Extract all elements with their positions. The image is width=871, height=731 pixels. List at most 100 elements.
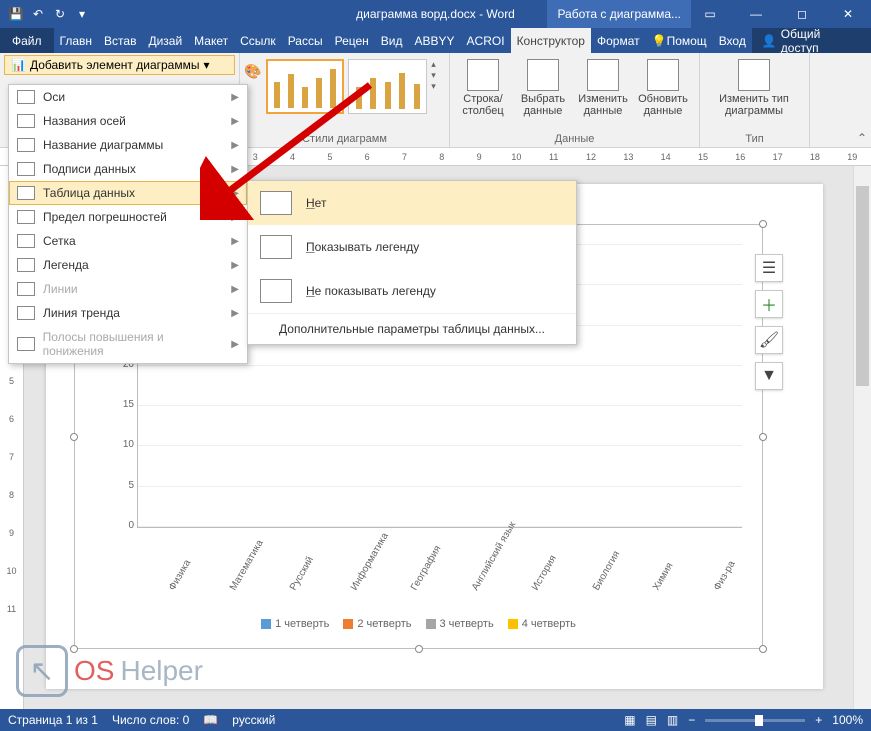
add-chart-element-button[interactable]: 📊 Добавить элемент диаграммы ▾ bbox=[4, 55, 235, 75]
submenu-item-label: Показывать легенду bbox=[306, 240, 419, 254]
web-layout-icon[interactable]: ▥ bbox=[667, 713, 678, 727]
submenu-more-options[interactable]: Дополнительные параметры таблицы данных.… bbox=[248, 313, 576, 344]
refresh-data-button[interactable]: Обновить данные bbox=[634, 59, 692, 117]
switch-row-column-button[interactable]: Строка/ столбец bbox=[454, 59, 512, 117]
menu-item-icon bbox=[17, 186, 35, 200]
menu-item-icon bbox=[17, 114, 35, 128]
styles-more-icon[interactable]: ▾ bbox=[431, 81, 445, 92]
data-table-submenu: Нет Показывать легенду Не показывать леген… bbox=[247, 180, 577, 345]
submenu-item[interactable]: Показывать легенду bbox=[248, 225, 576, 269]
submenu-item[interactable]: Нет bbox=[248, 181, 576, 225]
chart-style-button[interactable]: 🖌 bbox=[755, 326, 783, 354]
submenu-item[interactable]: Не показывать легенду bbox=[248, 269, 576, 313]
zoom-level[interactable]: 100% bbox=[832, 713, 863, 727]
chart-style-2[interactable] bbox=[348, 59, 427, 114]
zoom-in-icon[interactable]: + bbox=[815, 713, 822, 727]
tab-references[interactable]: Ссылк bbox=[234, 28, 282, 53]
menu-item[interactable]: Предел погрешностей▶ bbox=[9, 205, 247, 229]
tab-view[interactable]: Вид bbox=[375, 28, 409, 53]
undo-icon[interactable]: ↶ bbox=[30, 6, 46, 22]
menu-item[interactable]: Таблица данных▶ bbox=[9, 181, 247, 205]
submenu-item-icon bbox=[260, 235, 292, 259]
close-icon[interactable]: ✕ bbox=[825, 0, 871, 28]
title-bar: 💾 ↶ ↻ ▾ диаграмма ворд.docx - Word Работ… bbox=[0, 0, 871, 28]
menu-item-icon bbox=[17, 234, 35, 248]
redo-icon[interactable]: ↻ bbox=[52, 6, 68, 22]
print-layout-icon[interactable]: ▤ bbox=[646, 713, 657, 727]
select-data-button[interactable]: Выбрать данные bbox=[514, 59, 572, 117]
menu-item-icon bbox=[17, 162, 35, 176]
sign-in[interactable]: Вход bbox=[713, 28, 752, 53]
menu-item[interactable]: Подписи данных▶ bbox=[9, 157, 247, 181]
tab-format[interactable]: Формат bbox=[591, 28, 646, 53]
tab-abbyy[interactable]: ABBYY bbox=[409, 28, 461, 53]
menu-item-icon bbox=[17, 210, 35, 224]
chart-legend: 1 четверть2 четверть3 четверть4 четверть bbox=[85, 618, 752, 630]
context-tab-label: Работа с диаграмма... bbox=[547, 0, 691, 28]
qat-more-icon[interactable]: ▾ bbox=[74, 6, 90, 22]
ribbon-options-icon[interactable]: ▭ bbox=[687, 0, 733, 28]
maximize-icon[interactable]: ◻ bbox=[779, 0, 825, 28]
zoom-out-icon[interactable]: − bbox=[688, 713, 695, 727]
word-count[interactable]: Число слов: 0 bbox=[112, 713, 189, 727]
submenu-item-icon bbox=[260, 279, 292, 303]
language[interactable]: русский bbox=[232, 713, 275, 727]
menu-item-label: Название диаграммы bbox=[43, 138, 163, 152]
menu-item[interactable]: Оси▶ bbox=[9, 85, 247, 109]
tab-acrobat[interactable]: ACROI bbox=[461, 28, 511, 53]
submenu-arrow-icon: ▶ bbox=[231, 260, 239, 271]
menu-item: Полосы повышения и понижения▶ bbox=[9, 325, 247, 363]
menu-item-icon bbox=[17, 138, 35, 152]
menu-item-icon bbox=[17, 258, 35, 272]
tab-constructor[interactable]: Конструктор bbox=[511, 28, 591, 53]
tab-review[interactable]: Рецен bbox=[329, 28, 375, 53]
chart-element-icon: 📊 bbox=[11, 58, 26, 72]
submenu-arrow-icon: ▶ bbox=[231, 140, 239, 151]
menu-item-label: Таблица данных bbox=[43, 186, 135, 200]
styles-down-icon[interactable]: ▾ bbox=[431, 70, 445, 81]
menu-item-label: Линия тренда bbox=[43, 306, 120, 320]
chevron-down-icon: ▾ bbox=[203, 58, 209, 72]
color-swatch-icon[interactable]: 🎨 bbox=[244, 63, 262, 80]
zoom-slider[interactable] bbox=[705, 719, 805, 722]
minimize-icon[interactable]: ― bbox=[733, 0, 779, 28]
cursor-icon: ↖ bbox=[16, 645, 68, 697]
chart-filter-button[interactable]: ▼ bbox=[755, 362, 783, 390]
group-label-data: Данные bbox=[454, 131, 695, 147]
group-label-styles: Стили диаграмм bbox=[244, 131, 445, 147]
save-icon[interactable]: 💾 bbox=[8, 6, 24, 22]
page-indicator[interactable]: Страница 1 из 1 bbox=[8, 713, 98, 727]
share-button[interactable]: 👤 Общий доступ bbox=[752, 28, 871, 53]
submenu-arrow-icon: ▶ bbox=[231, 236, 239, 247]
tab-home[interactable]: Главн bbox=[54, 28, 99, 53]
proofing-icon[interactable]: 📖 bbox=[203, 713, 218, 727]
tab-layout[interactable]: Макет bbox=[188, 28, 234, 53]
vertical-scrollbar[interactable] bbox=[853, 166, 871, 709]
tell-me[interactable]: 💡 Помощ bbox=[646, 28, 713, 53]
collapse-ribbon-icon[interactable]: ⌃ bbox=[857, 131, 867, 145]
chart-add-button[interactable]: ＋ bbox=[755, 290, 783, 318]
tab-mailings[interactable]: Рассы bbox=[282, 28, 329, 53]
submenu-arrow-icon: ▶ bbox=[231, 92, 239, 103]
chart-layout-button[interactable]: ☰ bbox=[755, 254, 783, 282]
tab-file[interactable]: Файл bbox=[0, 28, 54, 53]
change-chart-type-button[interactable]: Изменить тип диаграммы bbox=[704, 59, 804, 117]
menu-item-label: Названия осей bbox=[43, 114, 126, 128]
submenu-arrow-icon: ▶ bbox=[231, 164, 239, 175]
tab-design[interactable]: Дизай bbox=[142, 28, 188, 53]
read-mode-icon[interactable]: ▦ bbox=[624, 713, 635, 727]
submenu-arrow-icon: ▶ bbox=[231, 116, 239, 127]
menu-item[interactable]: Линия тренда▶ bbox=[9, 301, 247, 325]
tab-insert[interactable]: Встав bbox=[98, 28, 142, 53]
menu-item[interactable]: Сетка▶ bbox=[9, 229, 247, 253]
submenu-item-label: Не показывать легенду bbox=[306, 284, 436, 298]
menu-item[interactable]: Название диаграммы ▶ bbox=[9, 133, 247, 157]
styles-up-icon[interactable]: ▴ bbox=[431, 59, 445, 70]
menu-item[interactable]: Легенда▶ bbox=[9, 253, 247, 277]
menu-item[interactable]: Названия осей ▶ bbox=[9, 109, 247, 133]
window-title: диаграмма ворд.docx - Word bbox=[356, 7, 515, 21]
menu-item-icon bbox=[17, 282, 35, 296]
chart-style-1[interactable] bbox=[266, 59, 345, 114]
watermark: ↖ OSHelper bbox=[16, 645, 203, 697]
edit-data-button[interactable]: Изменить данные bbox=[574, 59, 632, 117]
